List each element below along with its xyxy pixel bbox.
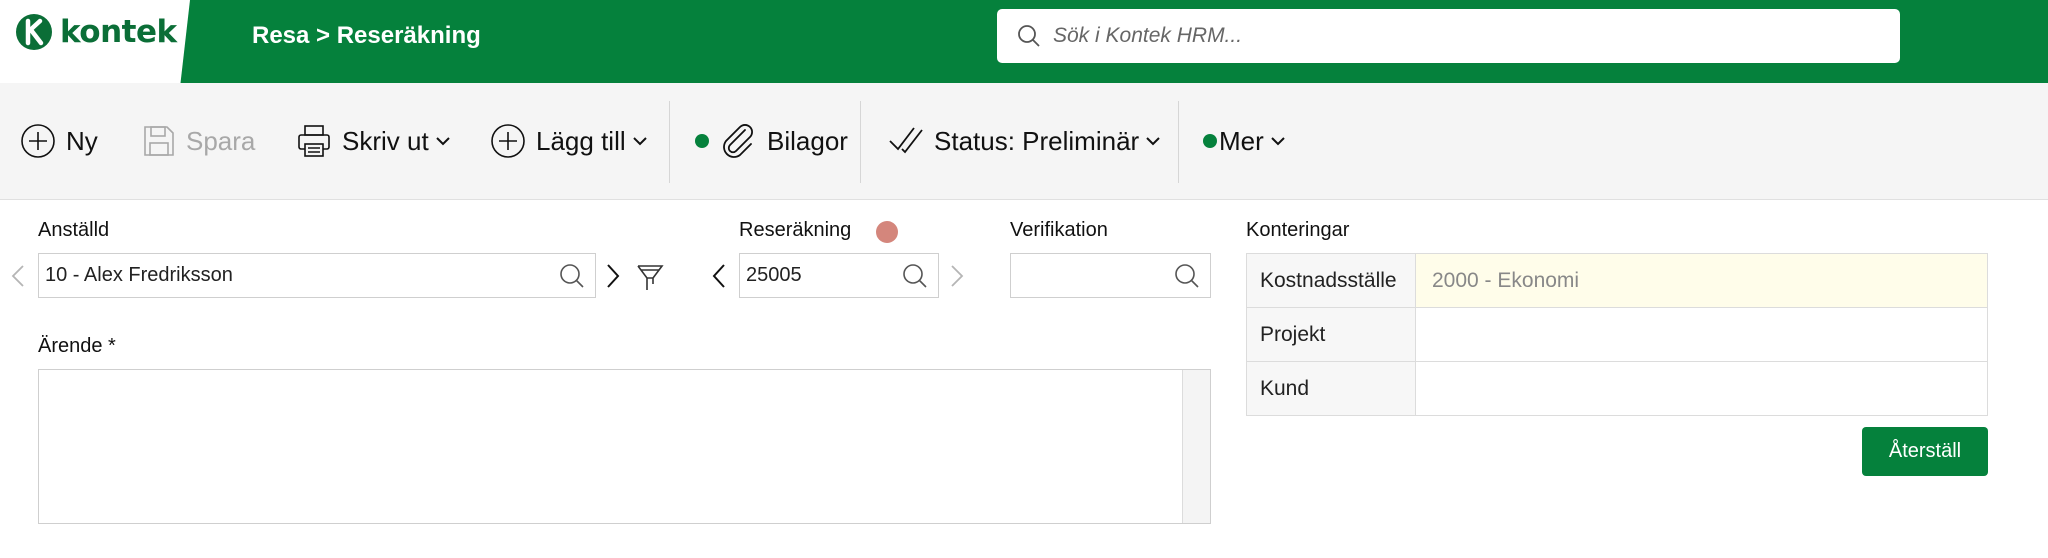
chevron-right-icon[interactable] [605,263,621,289]
save-label: Spara [186,125,256,156]
chevron-down-icon [632,137,647,146]
add-button[interactable]: Lägg till [490,119,648,163]
reset-button[interactable]: Återställ [1862,427,1988,476]
new-button[interactable]: Ny [20,119,98,163]
chevron-down-icon [1271,137,1285,146]
kontek-logo-icon [16,14,52,50]
employee-value: 10 - Alex Fredriksson [45,264,233,286]
kontek-logo[interactable]: kontek [14,12,177,52]
toolbar-divider [669,101,670,183]
expense-report-field[interactable]: 25005 [739,253,939,298]
table-row: Kostnadsställe 2000 - Ekonomi [1246,253,1988,308]
logo-area: kontek [0,0,190,83]
print-label: Skriv ut [342,125,429,156]
double-check-icon [889,127,923,154]
global-search[interactable] [997,9,1900,63]
floppy-disk-icon [144,126,174,156]
print-button[interactable]: Skriv ut [296,119,451,163]
expense-report-value: 25005 [746,264,802,286]
add-label: Lägg till [536,125,626,156]
attachments-indicator-dot [695,134,709,148]
chevron-right-icon[interactable] [949,264,965,288]
search-icon [1018,25,1040,47]
employee-label: Anställd [38,219,110,241]
filter-icon[interactable] [635,262,665,292]
plus-circle-icon [491,124,525,158]
chevron-left-icon[interactable] [10,264,26,288]
project-value[interactable] [1415,307,1988,362]
toolbar: Ny Spara Skriv ut Lägg till Bilagor Stat… [0,83,2048,200]
customer-value[interactable] [1415,361,1988,416]
attachments-button[interactable]: Bilagor [695,119,848,163]
table-row: Projekt [1246,307,1988,362]
subject-textarea[interactable] [38,369,1211,524]
paperclip-icon [723,124,753,158]
search-icon[interactable] [559,263,585,289]
brand-name: kontek [60,14,177,50]
customer-label: Kund [1246,361,1416,416]
more-indicator-dot [1203,134,1217,148]
printer-icon [298,125,330,157]
toolbar-divider [1178,101,1179,183]
top-header: kontek Resa > Reseräkning [0,0,2048,83]
search-icon[interactable] [902,263,928,289]
toolbar-divider [860,101,861,183]
subject-label: Ärende * [38,335,116,357]
verification-field[interactable] [1010,253,1211,298]
postings-table: Kostnadsställe 2000 - Ekonomi Projekt Ku… [1246,253,1988,416]
expense-report-label: Reseräkning [739,219,852,241]
table-row: Kund [1246,361,1988,416]
chevron-down-icon [1146,137,1160,146]
new-label: Ny [66,125,98,156]
status-label: Status: Preliminär [934,125,1140,156]
plus-circle-icon [21,124,55,158]
verification-label: Verifikation [1010,219,1108,241]
status-button[interactable]: Status: Preliminär [888,119,1161,163]
employee-field[interactable]: 10 - Alex Fredriksson [38,253,596,298]
postings-title: Konteringar [1246,219,1350,241]
attachments-label: Bilagor [767,125,848,156]
more-button[interactable]: Mer [1203,119,1286,163]
search-icon[interactable] [1174,263,1200,289]
project-label: Projekt [1246,307,1416,362]
cost-center-label: Kostnadsställe [1246,253,1416,308]
breadcrumb: Resa > Reseräkning [252,22,481,49]
chevron-left-icon[interactable] [711,263,727,289]
chevron-down-icon [435,137,450,146]
cost-center-value[interactable]: 2000 - Ekonomi [1415,253,1988,308]
more-label: Mer [1219,125,1264,156]
expense-report-status-dot [876,221,898,243]
subject-scrollbar[interactable] [1182,370,1210,523]
search-input[interactable] [1053,24,1873,48]
save-button[interactable]: Spara [142,119,255,163]
